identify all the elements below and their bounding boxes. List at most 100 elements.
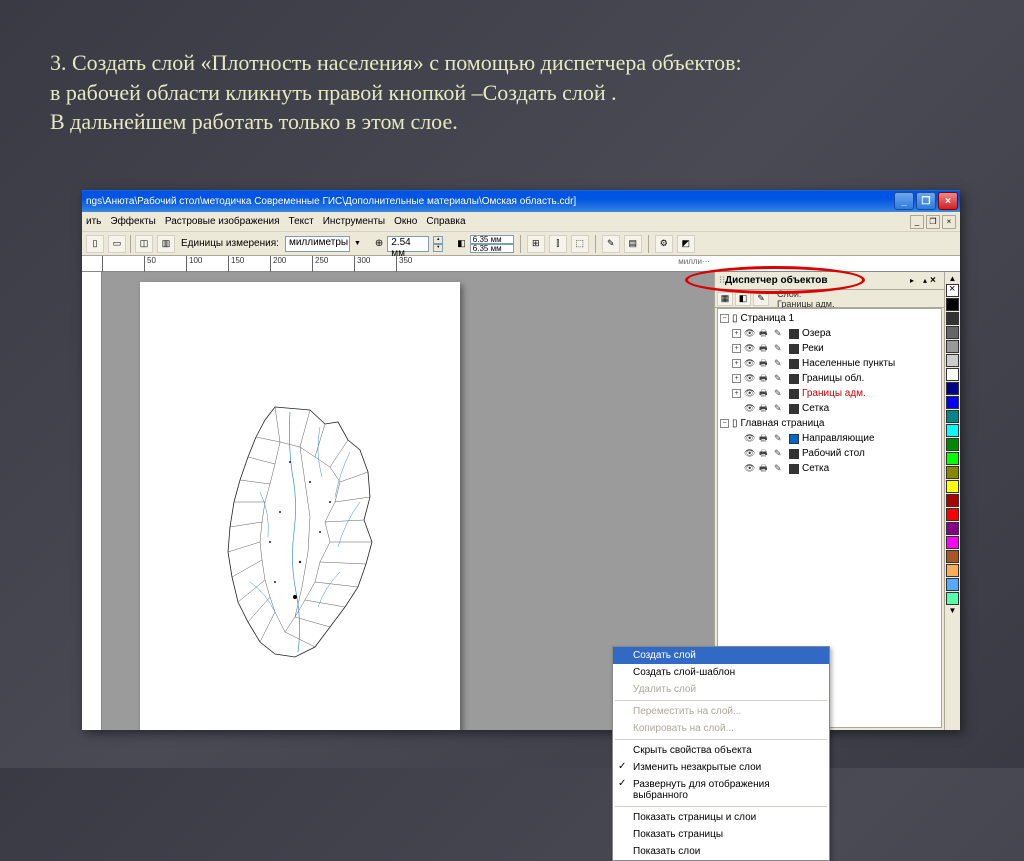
nudge-spinner[interactable]: ▲▼ [433,236,443,252]
edit-icon[interactable]: ✎ [774,373,786,384]
print-icon[interactable]: 🖶 [759,341,771,357]
color-swatch[interactable] [789,374,799,384]
visibility-icon[interactable]: 👁 [744,388,756,399]
edit-icon[interactable]: ✎ [774,463,786,474]
color-swatch[interactable] [946,354,959,367]
dropdown-arrow-icon[interactable]: ▼ [354,240,361,247]
units-dropdown[interactable]: миллиметры [285,236,350,252]
snap-guides-icon[interactable]: ⫿ [549,235,567,253]
print-icon[interactable]: 🖶 [759,356,771,372]
close-button[interactable]: × [938,192,958,210]
color-swatch[interactable] [946,326,959,339]
layer-tool-icon[interactable]: ▦ [717,292,733,306]
visibility-icon[interactable]: 👁 [744,358,756,369]
expander-icon[interactable]: + [732,359,741,368]
menu-item[interactable]: Справка [426,216,465,227]
color-swatch[interactable] [946,564,959,577]
color-swatch[interactable] [946,438,959,451]
color-swatch[interactable] [946,508,959,521]
portrait-icon[interactable]: ▯ [86,235,104,253]
edit-icon[interactable]: ✎ [774,343,786,354]
color-swatch[interactable] [789,464,799,474]
tool-icon[interactable]: ✎ [602,235,620,253]
page-icon[interactable]: ◫ [135,235,153,253]
expander-icon[interactable]: + [732,329,741,338]
color-swatch[interactable] [789,359,799,369]
print-icon[interactable]: 🖶 [759,371,771,387]
docker-flyout-arrow-icon[interactable]: ▸ [910,276,920,285]
snap-icon[interactable]: ⊞ [527,235,545,253]
color-swatch[interactable] [946,592,959,605]
edit-icon[interactable]: ✎ [774,403,786,414]
mdi-close[interactable]: × [942,215,956,229]
expander-icon[interactable]: − [720,419,729,428]
visibility-icon[interactable]: 👁 [744,328,756,339]
print-icon[interactable]: 🖶 [759,401,771,417]
color-swatch[interactable] [946,480,959,493]
color-swatch[interactable] [789,434,799,444]
color-swatch[interactable] [946,578,959,591]
layer-tool-icon[interactable]: ✎ [753,292,769,306]
color-swatch[interactable] [946,396,959,409]
print-icon[interactable]: 🖶 [759,461,771,477]
menu-create-master-layer[interactable]: Создать слой-шаблон [613,664,829,681]
no-fill-swatch[interactable] [946,284,959,297]
print-icon[interactable]: 🖶 [759,431,771,447]
landscape-icon[interactable]: ▭ [108,235,126,253]
menu-show-pages[interactable]: Показать страницы [613,826,829,843]
expander-icon[interactable]: + [732,389,741,398]
tool-icon[interactable]: ▤ [624,235,642,253]
mdi-restore[interactable]: ❐ [926,215,940,229]
maximize-button[interactable]: ❐ [916,192,936,210]
color-swatch[interactable] [789,344,799,354]
pages-icon[interactable]: ▥ [157,235,175,253]
menu-item[interactable]: Растровые изображения [165,216,280,227]
color-swatch[interactable] [789,329,799,339]
edit-icon[interactable]: ✎ [774,328,786,339]
palette-up-arrow-icon[interactable]: ▲ [946,274,959,283]
color-swatch[interactable] [946,536,959,549]
color-swatch[interactable] [946,368,959,381]
expander-icon[interactable]: + [732,374,741,383]
layer-tool-icon[interactable]: ◧ [735,292,751,306]
dup-x-input[interactable]: 6.35 мм [470,235,514,244]
tree-page-node[interactable]: − ▯ Страница 1 [720,311,939,326]
color-swatch[interactable] [789,404,799,414]
color-swatch[interactable] [946,382,959,395]
menu-item[interactable]: Текст [289,216,314,227]
color-swatch[interactable] [946,494,959,507]
menu-show-pages-layers[interactable]: Показать страницы и слои [613,809,829,826]
tree-master-page-node[interactable]: − ▯ Главная страница [720,416,939,431]
menu-item[interactable]: Эффекты [110,216,155,227]
visibility-icon[interactable]: 👁 [744,463,756,474]
edit-icon[interactable]: ✎ [774,433,786,444]
edit-icon[interactable]: ✎ [774,448,786,459]
color-swatch[interactable] [946,550,959,563]
nudge-input[interactable]: 2.54 мм [387,236,429,252]
docker-close-icon[interactable]: × [930,275,940,286]
docker-titlebar[interactable]: ⁝⁝ Диспетчер объектов ▸ ▴ × [715,272,944,290]
color-swatch[interactable] [946,424,959,437]
color-swatch[interactable] [946,298,959,311]
color-swatch[interactable] [946,410,959,423]
menu-item[interactable]: Инструменты [323,216,385,227]
menu-create-layer[interactable]: Создать слой [613,647,829,664]
edit-icon[interactable]: ✎ [774,388,786,399]
docker-collapse-icon[interactable]: ▴ [923,276,927,285]
palette-down-arrow-icon[interactable]: ▼ [946,606,959,615]
edit-icon[interactable]: ✎ [774,358,786,369]
options-icon[interactable]: ⚙ [655,235,673,253]
print-icon[interactable]: 🖶 [759,326,771,342]
menu-expand-selection[interactable]: Развернуть для отображения выбранного [613,776,829,804]
visibility-icon[interactable]: 👁 [744,403,756,414]
menu-item[interactable]: ить [86,216,101,227]
color-swatch[interactable] [789,389,799,399]
color-swatch[interactable] [789,449,799,459]
expander-icon[interactable]: + [732,344,741,353]
expander-icon[interactable]: − [720,314,729,323]
tool-icon[interactable]: ◩ [677,235,695,253]
color-swatch[interactable] [946,522,959,535]
menu-show-layers[interactable]: Показать слои [613,843,829,860]
visibility-icon[interactable]: 👁 [744,373,756,384]
visibility-icon[interactable]: 👁 [744,433,756,444]
